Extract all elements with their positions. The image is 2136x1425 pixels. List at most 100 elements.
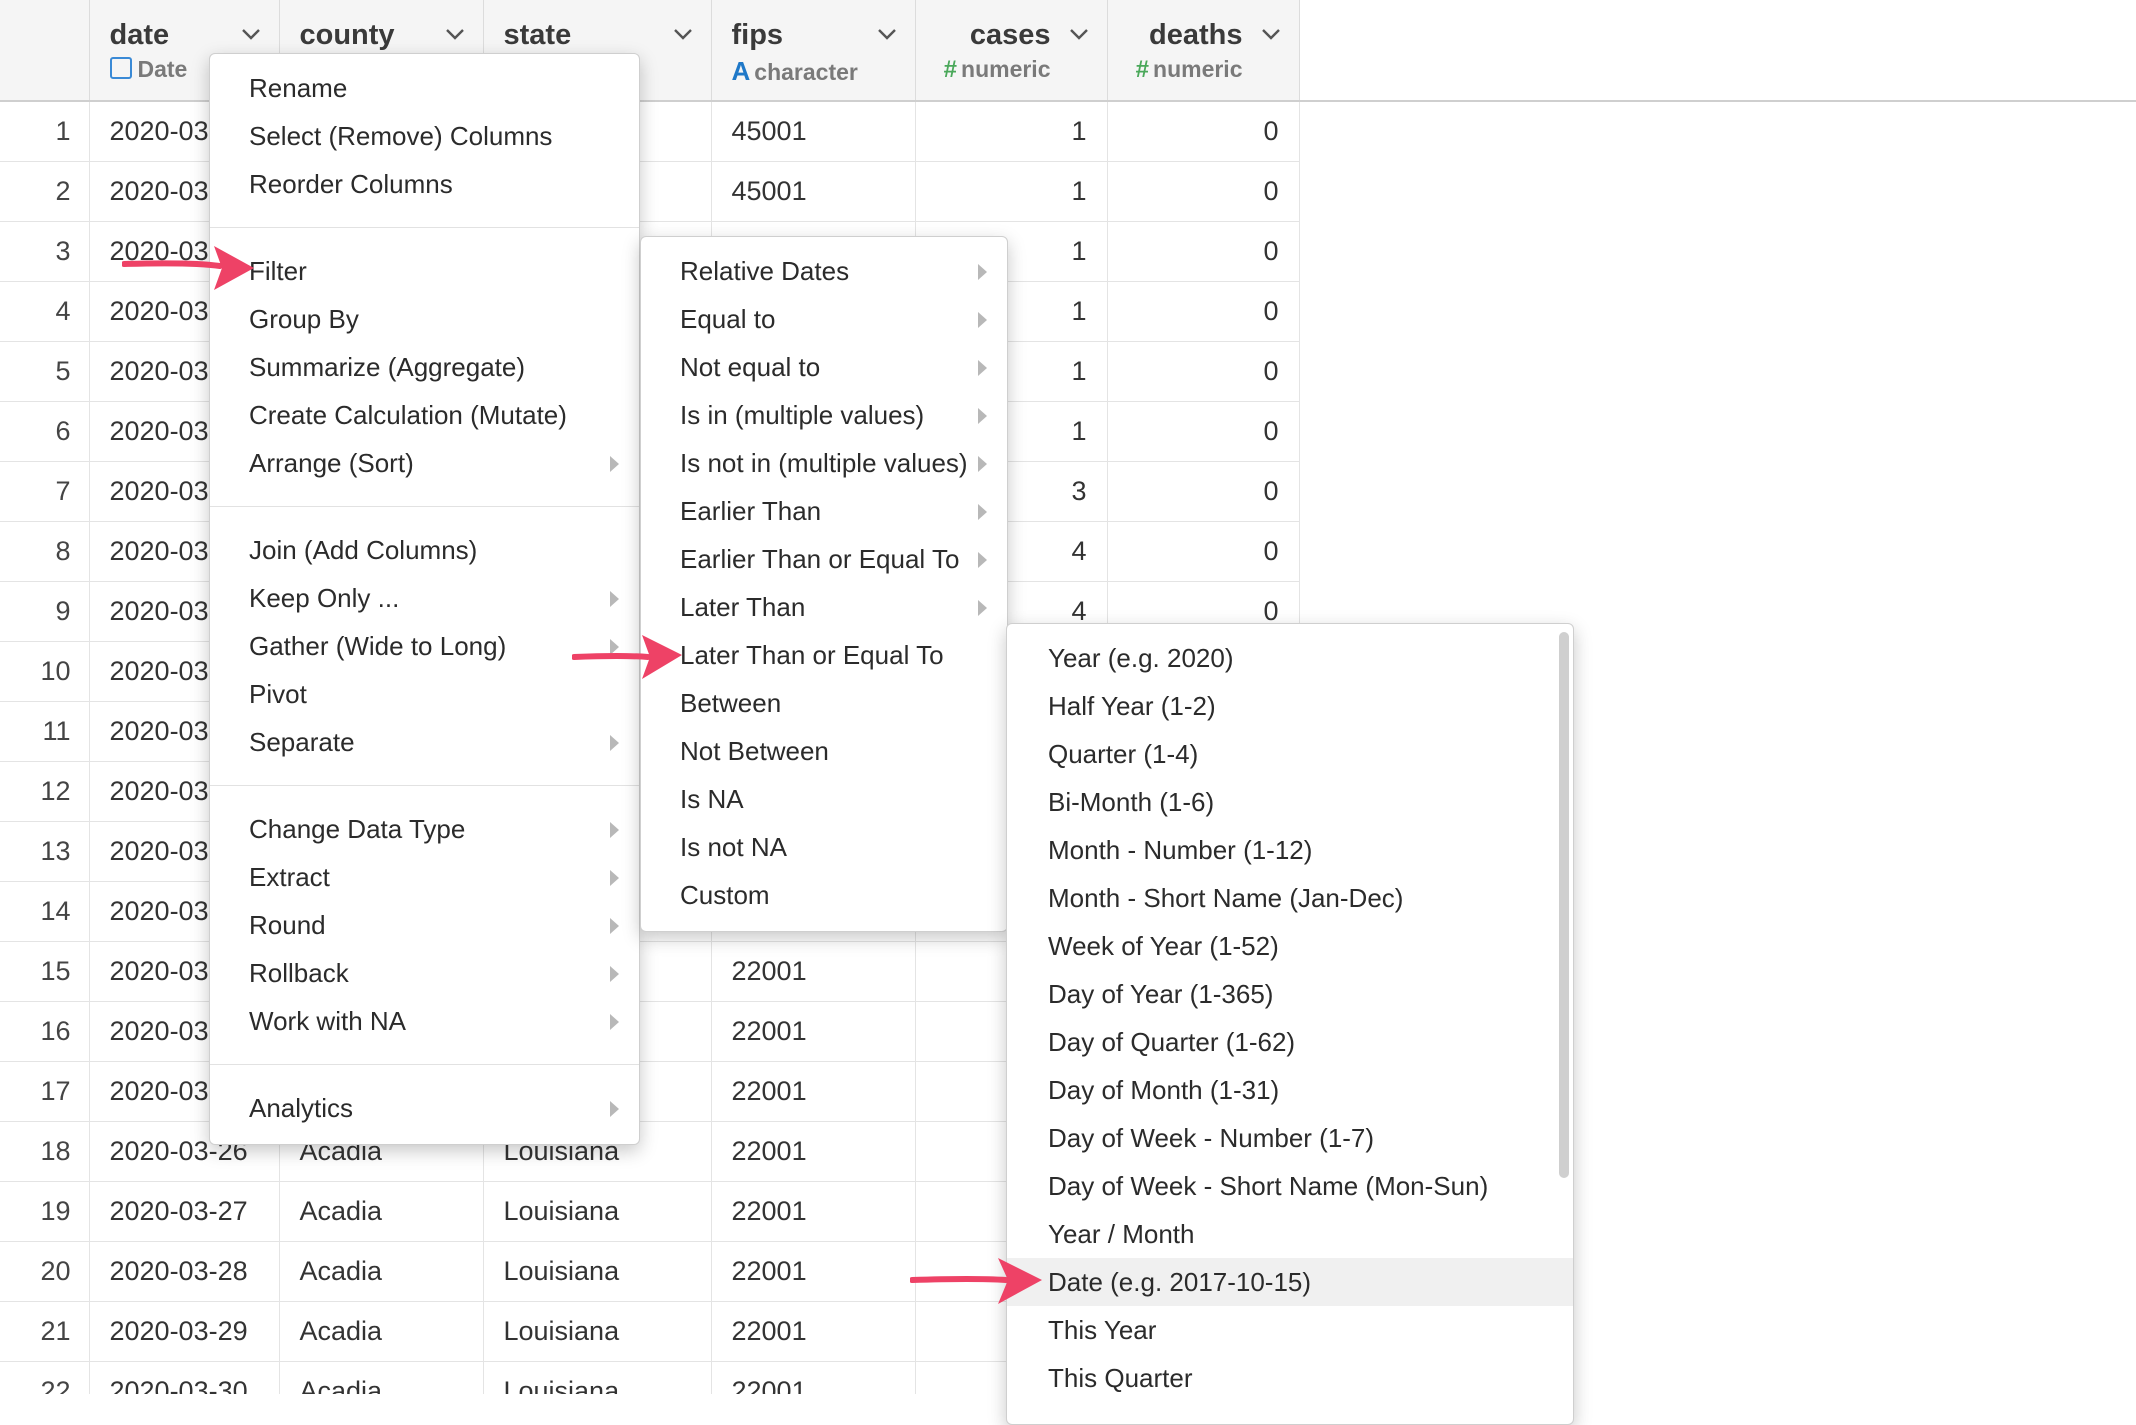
date-unit-item-day-of-year-1-365[interactable]: Day of Year (1-365) bbox=[1007, 970, 1573, 1018]
menu-divider bbox=[210, 785, 639, 786]
chevron-down-icon[interactable] bbox=[669, 20, 697, 48]
filter-item-not-equal-to[interactable]: Not equal to bbox=[641, 343, 1007, 391]
col-header-cases[interactable]: cases # numeric bbox=[915, 0, 1108, 102]
filter-item-earlier-than[interactable]: Earlier Than bbox=[641, 487, 1007, 535]
cell-state[interactable]: Louisiana bbox=[483, 1181, 712, 1242]
menu-item-filter[interactable]: Filter bbox=[210, 247, 639, 295]
cell-fips[interactable]: 22001 bbox=[711, 1181, 916, 1242]
cell-county[interactable]: Acadia bbox=[279, 1301, 484, 1362]
date-unit-item-day-of-week-number-1-7[interactable]: Day of Week - Number (1-7) bbox=[1007, 1114, 1573, 1162]
cell-fips[interactable]: 22001 bbox=[711, 1241, 916, 1302]
menu-item-create-calculation-mutate[interactable]: Create Calculation (Mutate) bbox=[210, 391, 639, 439]
cell-fips[interactable]: 22001 bbox=[711, 1001, 916, 1062]
menu-item-join-add-columns[interactable]: Join (Add Columns) bbox=[210, 526, 639, 574]
filter-item-is-not-na[interactable]: Is not NA bbox=[641, 823, 1007, 871]
scrollbar[interactable] bbox=[1559, 632, 1569, 1178]
chevron-down-icon[interactable] bbox=[237, 20, 265, 48]
menu-item-change-data-type[interactable]: Change Data Type bbox=[210, 805, 639, 853]
cell-deaths[interactable]: 0 bbox=[1107, 521, 1300, 582]
cell-deaths[interactable]: 0 bbox=[1107, 281, 1300, 342]
filter-item-custom[interactable]: Custom bbox=[641, 871, 1007, 919]
cell-fips[interactable]: 22001 bbox=[711, 1121, 916, 1182]
cell-fips[interactable]: 22001 bbox=[711, 1061, 916, 1122]
menu-item-reorder-columns[interactable]: Reorder Columns bbox=[210, 160, 639, 208]
numeric-type-icon: # bbox=[1135, 56, 1150, 83]
menu-item-label: Day of Week - Short Name (Mon-Sun) bbox=[1048, 1171, 1489, 1201]
menu-item-summarize-aggregate[interactable]: Summarize (Aggregate) bbox=[210, 343, 639, 391]
cell-date[interactable]: 2020-03-27 bbox=[89, 1181, 280, 1242]
menu-item-rollback[interactable]: Rollback bbox=[210, 949, 639, 997]
cell-cases[interactable]: 1 bbox=[915, 161, 1108, 222]
cell-cases[interactable]: 1 bbox=[915, 101, 1108, 162]
cell-county[interactable]: Acadia bbox=[279, 1241, 484, 1302]
menu-item-work-with-na[interactable]: Work with NA bbox=[210, 997, 639, 1045]
date-unit-item-year-month[interactable]: Year / Month bbox=[1007, 1210, 1573, 1258]
filter-item-later-than-or-equal-to[interactable]: Later Than or Equal To bbox=[641, 631, 1007, 679]
cell-state[interactable]: Louisiana bbox=[483, 1301, 712, 1362]
menu-item-separate[interactable]: Separate bbox=[210, 718, 639, 766]
menu-item-analytics[interactable]: Analytics bbox=[210, 1084, 639, 1132]
chevron-right-icon bbox=[978, 312, 987, 328]
col-header-deaths[interactable]: deaths # numeric bbox=[1107, 0, 1300, 102]
cell-state[interactable]: Louisiana bbox=[483, 1241, 712, 1302]
cell-deaths[interactable]: 0 bbox=[1107, 221, 1300, 282]
filter-item-later-than[interactable]: Later Than bbox=[641, 583, 1007, 631]
cell-fips[interactable]: 22001 bbox=[711, 941, 916, 1002]
cell-deaths[interactable]: 0 bbox=[1107, 161, 1300, 222]
filter-item-between[interactable]: Between bbox=[641, 679, 1007, 727]
date-unit-item-quarter-1-4[interactable]: Quarter (1-4) bbox=[1007, 730, 1573, 778]
col-header-fips[interactable]: fips Acharacter bbox=[711, 0, 916, 102]
date-unit-item-bi-month-1-6[interactable]: Bi-Month (1-6) bbox=[1007, 778, 1573, 826]
cell-fips[interactable]: 45001 bbox=[711, 101, 916, 162]
menu-item-label: Earlier Than bbox=[680, 496, 822, 526]
date-unit-item-this-year[interactable]: This Year bbox=[1007, 1306, 1573, 1354]
filter-item-equal-to[interactable]: Equal to bbox=[641, 295, 1007, 343]
date-unit-item-half-year-1-2[interactable]: Half Year (1-2) bbox=[1007, 682, 1573, 730]
chevron-down-icon[interactable] bbox=[441, 20, 469, 48]
cell-deaths[interactable]: 0 bbox=[1107, 401, 1300, 462]
cell-date[interactable]: 2020-03-30 bbox=[89, 1361, 280, 1394]
cell-date[interactable]: 2020-03-29 bbox=[89, 1301, 280, 1362]
row-number: 5 bbox=[0, 341, 90, 402]
date-unit-item-month-short-name-jan-dec[interactable]: Month - Short Name (Jan-Dec) bbox=[1007, 874, 1573, 922]
filter-item-is-in-multiple-values[interactable]: Is in (multiple values) bbox=[641, 391, 1007, 439]
date-unit-item-this-quarter[interactable]: This Quarter bbox=[1007, 1354, 1573, 1402]
menu-item-arrange-sort[interactable]: Arrange (Sort) bbox=[210, 439, 639, 487]
date-unit-item-month-number-1-12[interactable]: Month - Number (1-12) bbox=[1007, 826, 1573, 874]
cell-deaths[interactable]: 0 bbox=[1107, 101, 1300, 162]
cell-date[interactable]: 2020-03-28 bbox=[89, 1241, 280, 1302]
row-number: 21 bbox=[0, 1301, 90, 1362]
chevron-down-icon[interactable] bbox=[1065, 20, 1093, 48]
date-unit-item-day-of-month-1-31[interactable]: Day of Month (1-31) bbox=[1007, 1066, 1573, 1114]
cell-fips[interactable]: 45001 bbox=[711, 161, 916, 222]
chevron-down-icon[interactable] bbox=[1257, 20, 1285, 48]
header-row: date Date county state fips Acharacter c… bbox=[0, 0, 1300, 102]
menu-item-rename[interactable]: Rename bbox=[210, 64, 639, 112]
menu-item-keep-only[interactable]: Keep Only ... bbox=[210, 574, 639, 622]
filter-item-relative-dates[interactable]: Relative Dates bbox=[641, 247, 1007, 295]
date-unit-item-year-e-g-2020[interactable]: Year (e.g. 2020) bbox=[1007, 634, 1573, 682]
date-unit-item-day-of-week-short-name-mon-sun[interactable]: Day of Week - Short Name (Mon-Sun) bbox=[1007, 1162, 1573, 1210]
cell-state[interactable]: Louisiana bbox=[483, 1361, 712, 1394]
menu-item-select-remove-columns[interactable]: Select (Remove) Columns bbox=[210, 112, 639, 160]
cell-county[interactable]: Acadia bbox=[279, 1361, 484, 1394]
chevron-down-icon[interactable] bbox=[873, 20, 901, 48]
filter-item-is-not-in-multiple-values[interactable]: Is not in (multiple values) bbox=[641, 439, 1007, 487]
menu-item-round[interactable]: Round bbox=[210, 901, 639, 949]
date-unit-item-week-of-year-1-52[interactable]: Week of Year (1-52) bbox=[1007, 922, 1573, 970]
cell-county[interactable]: Acadia bbox=[279, 1181, 484, 1242]
cell-deaths[interactable]: 0 bbox=[1107, 341, 1300, 402]
row-number: 6 bbox=[0, 401, 90, 462]
cell-fips[interactable]: 22001 bbox=[711, 1301, 916, 1362]
cell-fips[interactable]: 22001 bbox=[711, 1361, 916, 1394]
date-unit-item-date-e-g-2017-10-15[interactable]: Date (e.g. 2017-10-15) bbox=[1007, 1258, 1573, 1306]
filter-item-not-between[interactable]: Not Between bbox=[641, 727, 1007, 775]
menu-item-group-by[interactable]: Group By bbox=[210, 295, 639, 343]
menu-item-label: Rename bbox=[249, 73, 348, 103]
filter-item-earlier-than-or-equal-to[interactable]: Earlier Than or Equal To bbox=[641, 535, 1007, 583]
menu-item-extract[interactable]: Extract bbox=[210, 853, 639, 901]
filter-item-is-na[interactable]: Is NA bbox=[641, 775, 1007, 823]
menu-item-label: Pivot bbox=[249, 679, 307, 709]
date-unit-item-day-of-quarter-1-62[interactable]: Day of Quarter (1-62) bbox=[1007, 1018, 1573, 1066]
cell-deaths[interactable]: 0 bbox=[1107, 461, 1300, 522]
